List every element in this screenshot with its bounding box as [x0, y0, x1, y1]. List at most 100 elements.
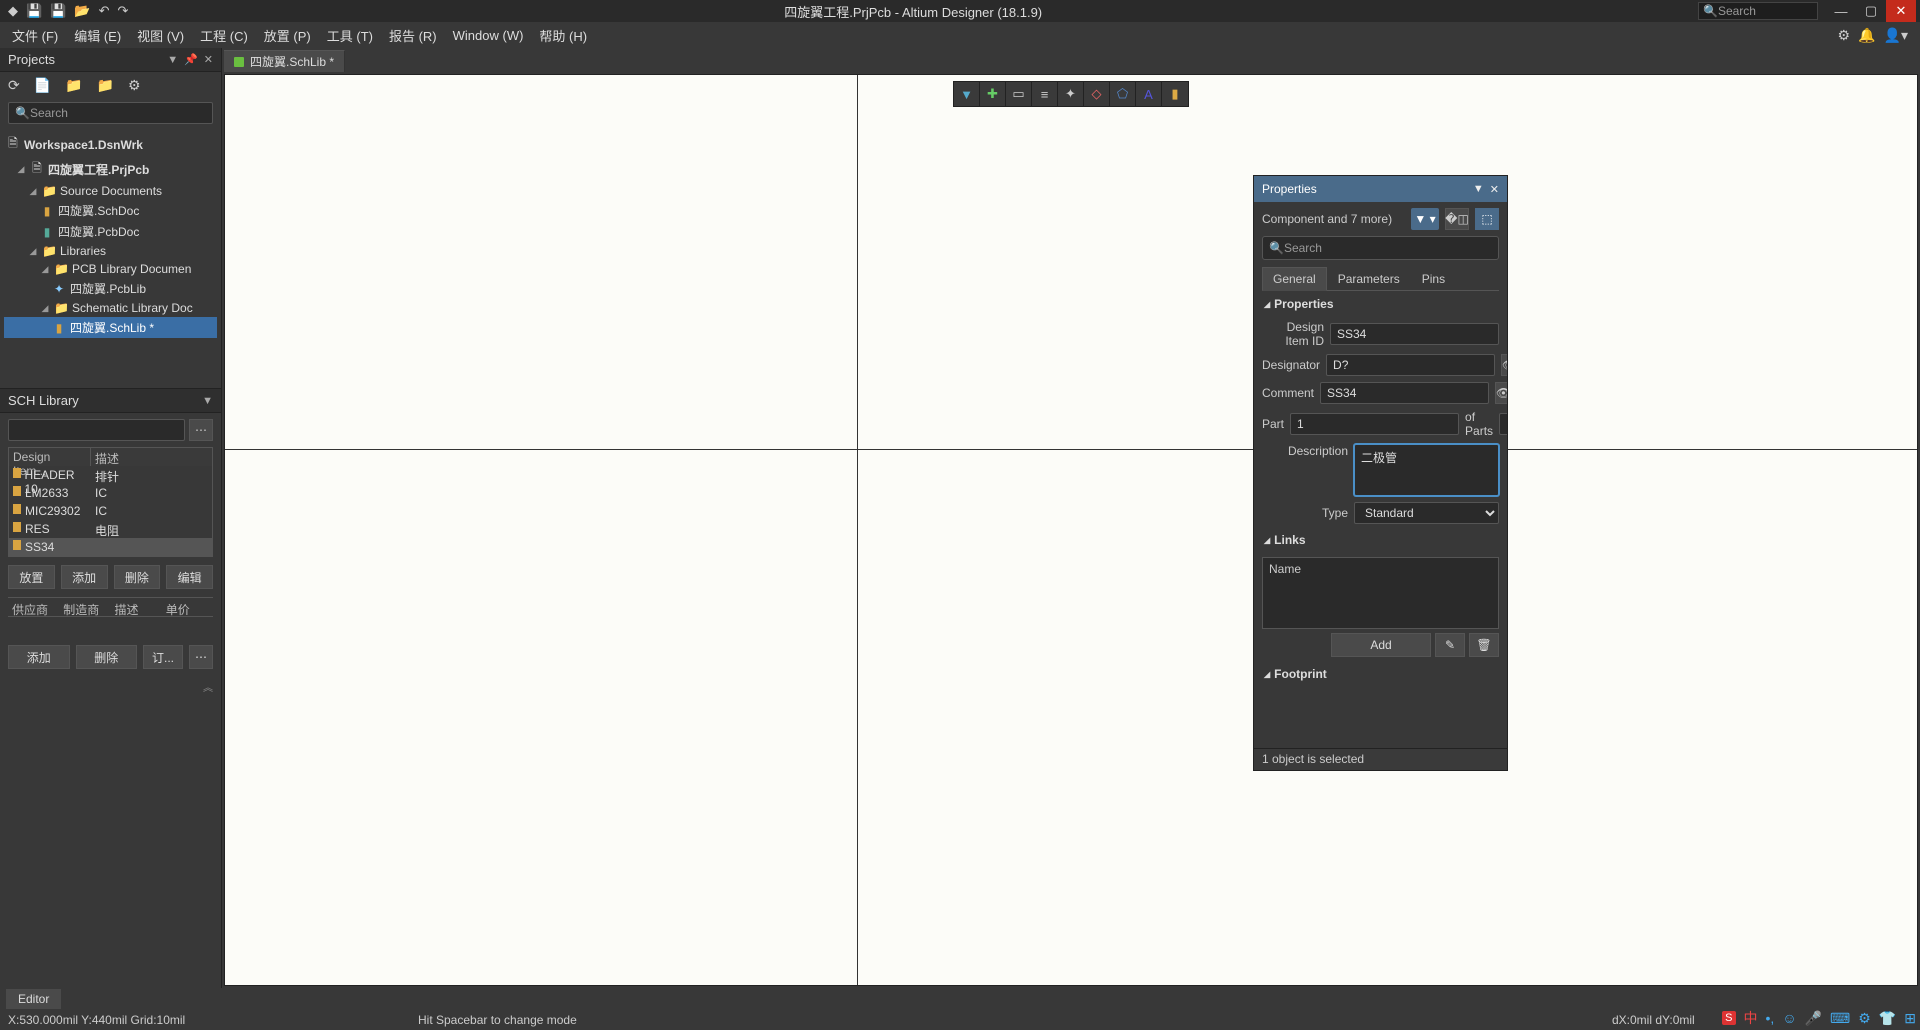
properties-close-icon[interactable]: ✕: [1490, 183, 1499, 196]
tree-schlib-folder[interactable]: ◢📁Schematic Library Doc: [4, 299, 217, 317]
menu-tools[interactable]: 工具 (T): [319, 26, 381, 45]
menu-place[interactable]: 放置 (P): [256, 26, 319, 45]
schlib-more-button[interactable]: ⋯: [189, 645, 213, 669]
tree-schlib[interactable]: ▮四旋翼.SchLib *: [4, 317, 217, 338]
schlib-order-button[interactable]: 订...: [143, 645, 183, 669]
schlib-row[interactable]: SS34: [9, 538, 212, 556]
tray-skin[interactable]: 👕: [1879, 1010, 1896, 1027]
redo-icon[interactable]: ↷: [117, 3, 128, 19]
doc-icon[interactable]: 📄: [34, 77, 51, 94]
tray-keyboard[interactable]: ⌨: [1830, 1010, 1850, 1027]
input-description[interactable]: [1354, 444, 1499, 496]
tab-pins[interactable]: Pins: [1411, 267, 1456, 291]
tray-punct[interactable]: •,: [1766, 1010, 1775, 1026]
visibility-icon[interactable]: 👁: [1495, 382, 1507, 404]
select-type[interactable]: Standard: [1354, 502, 1499, 524]
filter-tool-icon[interactable]: ▼: [954, 82, 980, 106]
snap-tool-icon[interactable]: ✦: [1058, 82, 1084, 106]
section-footprint[interactable]: ◢Footprint: [1258, 661, 1503, 687]
links-list[interactable]: Name: [1262, 557, 1499, 629]
folder2-icon[interactable]: 📁: [97, 77, 114, 94]
settings-icon[interactable]: ⚙: [128, 77, 141, 94]
component-tool-icon[interactable]: ▮: [1162, 82, 1188, 106]
move-tool-icon[interactable]: ✚: [980, 82, 1006, 106]
tree-project[interactable]: ◢🗎四旋翼工程.PrjPcb: [4, 157, 217, 182]
tree-workspace[interactable]: 🗎Workspace1.DsnWrk: [4, 132, 217, 157]
editor-tab[interactable]: Editor: [6, 989, 61, 1009]
tree-libraries[interactable]: ◢📁Libraries: [4, 242, 217, 260]
menu-file[interactable]: 文件 (F): [4, 26, 66, 45]
schlib-place-button[interactable]: 放置: [8, 565, 55, 589]
save-icon[interactable]: 💾: [26, 3, 42, 19]
tree-schdoc[interactable]: ▮四旋翼.SchDoc: [4, 200, 217, 221]
properties-filter-button[interactable]: ▼ ▾: [1411, 208, 1439, 230]
schlib-col-desc[interactable]: 描述: [91, 448, 212, 466]
menu-help[interactable]: 帮助 (H): [531, 26, 595, 45]
schlib-row[interactable]: LM2633IC: [9, 484, 212, 502]
input-comment[interactable]: [1320, 382, 1489, 404]
panel-pin-icon[interactable]: 📌: [184, 53, 198, 66]
polygon-tool-icon[interactable]: ⬠: [1110, 82, 1136, 106]
schlib-row[interactable]: MIC29302IC: [9, 502, 212, 520]
schlib-sub-vendor[interactable]: 供应商: [8, 598, 59, 616]
tab-general[interactable]: General: [1262, 267, 1327, 291]
select-mode-icon[interactable]: �◫: [1445, 208, 1469, 230]
panel-close-icon[interactable]: ✕: [204, 53, 213, 66]
folder-icon[interactable]: 📁: [65, 77, 82, 94]
text-tool-icon[interactable]: A: [1136, 82, 1162, 106]
schlib-row[interactable]: HEADER 10排针: [9, 466, 212, 484]
gear-icon[interactable]: ⚙: [1838, 27, 1851, 44]
tree-source-docs[interactable]: ◢📁Source Documents: [4, 182, 217, 200]
schlib-delete2-button[interactable]: 删除: [76, 645, 138, 669]
save-all-icon[interactable]: 💾: [50, 3, 66, 19]
menu-project[interactable]: 工程 (C): [192, 26, 256, 45]
input-designator[interactable]: [1326, 354, 1495, 376]
schlib-sub-price[interactable]: 单价: [162, 598, 213, 616]
schlib-add2-button[interactable]: 添加: [8, 645, 70, 669]
schlib-filter-combo[interactable]: [8, 419, 185, 441]
section-links[interactable]: ◢Links: [1258, 527, 1503, 553]
schlib-sub-mfg[interactable]: 制造商: [59, 598, 110, 616]
input-parts-total[interactable]: [1499, 413, 1507, 435]
schlib-col-design[interactable]: Design Item...: [9, 448, 91, 466]
tree-pcbdoc[interactable]: ▮四旋翼.PcbDoc: [4, 221, 217, 242]
input-part[interactable]: [1290, 413, 1459, 435]
tray-settings[interactable]: ⚙: [1858, 1010, 1871, 1027]
properties-dropdown-icon[interactable]: ▼: [1473, 183, 1484, 195]
user-icon[interactable]: 👤▾: [1884, 27, 1908, 44]
links-edit-button[interactable]: ✎: [1435, 633, 1465, 657]
schlib-row[interactable]: RES电阻: [9, 520, 212, 538]
properties-header[interactable]: Properties ▼ ✕: [1254, 176, 1507, 202]
minimize-button[interactable]: —: [1826, 0, 1856, 22]
refresh-icon[interactable]: ⟳: [8, 77, 20, 94]
tray-ime-mode[interactable]: 中: [1744, 1008, 1758, 1028]
schlib-dropdown-icon[interactable]: ▼: [202, 395, 213, 407]
tray-toolbox[interactable]: ⊞: [1904, 1010, 1916, 1027]
collapse-icon[interactable]: ︽: [0, 677, 221, 696]
ime-icon[interactable]: S: [1722, 1011, 1735, 1025]
visibility-icon[interactable]: 👁: [1501, 354, 1507, 376]
links-delete-button[interactable]: 🗑: [1469, 633, 1499, 657]
tray-emoji[interactable]: ☺: [1782, 1010, 1796, 1026]
global-search[interactable]: 🔍 Search: [1698, 2, 1818, 20]
schematic-canvas[interactable]: ▼ ✚ ▭ ≡ ✦ ◇ ⬠ A ▮ 1 2 Properti: [224, 74, 1918, 986]
close-button[interactable]: ✕: [1886, 0, 1916, 22]
open-icon[interactable]: 📂: [74, 3, 90, 19]
undo-icon[interactable]: ↶: [99, 3, 110, 19]
schlib-sub-desc[interactable]: 描述: [111, 598, 162, 616]
tree-pcblib[interactable]: ✦四旋翼.PcbLib: [4, 278, 217, 299]
links-add-button[interactable]: Add: [1331, 633, 1431, 657]
tab-parameters[interactable]: Parameters: [1327, 267, 1411, 291]
bell-icon[interactable]: 🔔: [1858, 27, 1875, 44]
tree-pcblib-folder[interactable]: ◢📁PCB Library Documen: [4, 260, 217, 278]
tab-schlib[interactable]: 四旋翼.SchLib *: [224, 50, 345, 72]
select-mode2-icon[interactable]: ⬚: [1475, 208, 1499, 230]
align-tool-icon[interactable]: ≡: [1032, 82, 1058, 106]
panel-dropdown-icon[interactable]: ▼: [167, 54, 178, 66]
properties-search[interactable]: 🔍 Search: [1262, 236, 1499, 260]
schlib-edit-button[interactable]: 编辑: [166, 565, 213, 589]
menu-window[interactable]: Window (W): [445, 28, 532, 43]
menu-edit[interactable]: 编辑 (E): [66, 26, 129, 45]
section-properties[interactable]: ◢Properties: [1258, 291, 1503, 317]
tray-mic[interactable]: 🎤: [1805, 1010, 1822, 1027]
